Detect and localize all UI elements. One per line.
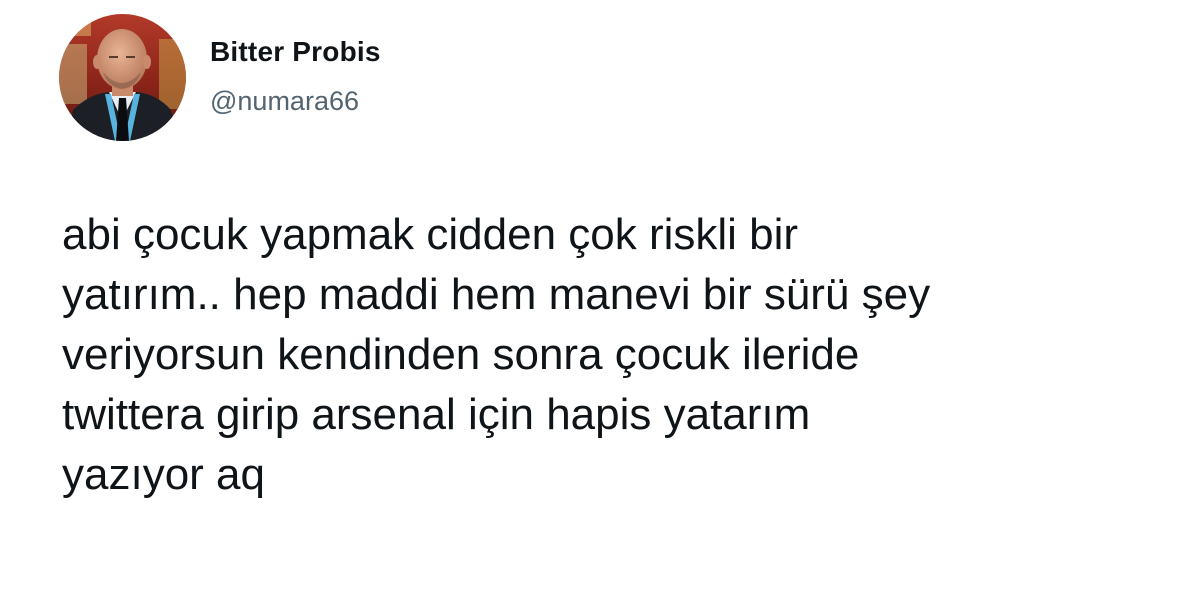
author-display-name[interactable]: Bitter Probis [210, 36, 381, 68]
tweet-text-line: twittera girip arsenal için hapis yatarı… [62, 390, 811, 439]
tweet-text: abi çocuk yapmak cidden çok riskli bir y… [62, 205, 1172, 505]
author-handle[interactable]: @numara66 [210, 86, 359, 117]
tweet-card: Bitter Probis @numara66 abi çocuk yapmak… [0, 0, 1200, 615]
tweet-text-line: abi çocuk yapmak cidden çok riskli bir [62, 210, 799, 259]
tweet-text-line: veriyorsun kendinden sonra çocuk ileride [62, 330, 860, 379]
author-avatar[interactable] [59, 14, 186, 141]
avatar-photo [59, 14, 186, 141]
tweet-text-line: yatırım.. hep maddi hem manevi bir sürü … [62, 270, 931, 319]
tweet-text-line: yazıyor aq [62, 450, 265, 499]
